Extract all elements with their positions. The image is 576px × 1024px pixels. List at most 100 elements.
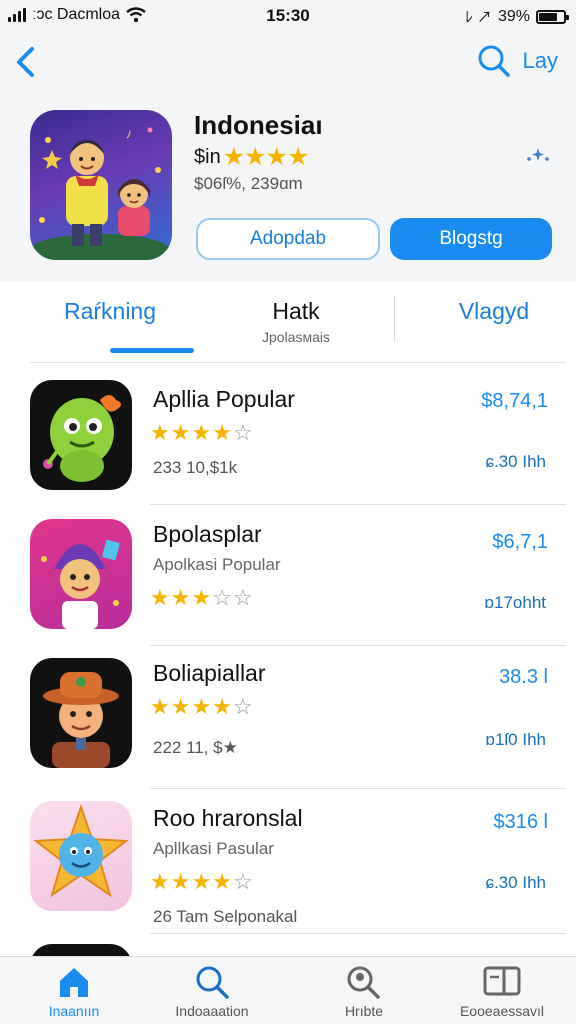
featured-primary-button[interactable]: Blogstg: [390, 218, 552, 260]
star-filled-icon: ★: [191, 420, 213, 445]
star-icon: ★: [265, 143, 288, 171]
star-filled-icon: ★: [150, 420, 171, 445]
featured-star-rating: ★★★★: [222, 142, 310, 172]
tab-label: Hatk: [272, 298, 320, 324]
location-icon: ﾚ ↗: [465, 9, 492, 26]
star-empty-icon: ☆: [232, 420, 254, 445]
tab-label: Vlagyd: [458, 298, 530, 324]
battery-icon: [536, 9, 569, 24]
app-size: ɒ17ohht: [484, 593, 546, 612]
star-filled-icon: ★: [150, 869, 171, 894]
app-price: 38.3 l: [499, 666, 548, 688]
sparkle-icon[interactable]: [526, 146, 550, 170]
app-subtitle: Apllkasi Pasular: [153, 839, 274, 858]
nav-search-button[interactable]: Lay: [477, 44, 558, 78]
star-filled-icon: ★: [170, 420, 192, 445]
app-title: Bpolasplar: [153, 521, 262, 547]
search-icon: [196, 966, 229, 999]
tabbar-item-updates[interactable]: Eooeaessavıl: [432, 963, 572, 1019]
row-divider: [150, 933, 566, 934]
app-rating: ★★★★☆: [150, 869, 254, 895]
featured-price-prefix: $in: [194, 145, 221, 168]
star-empty-icon: ☆: [232, 869, 254, 894]
home-icon: [60, 968, 88, 997]
star-filled-icon: ★: [170, 869, 192, 894]
star-empty-icon: ☆: [232, 694, 254, 719]
app-size: ɒ1ſ0 Ihh: [485, 730, 547, 749]
tab-label: Raŕkning: [63, 298, 157, 324]
app-price: $8,74,1: [481, 390, 548, 412]
list-item[interactable]: [0, 936, 576, 956]
star-empty-icon: ☆: [212, 585, 233, 610]
star-empty-icon: ☆: [232, 585, 254, 610]
app-icon[interactable]: [30, 519, 132, 629]
featured-secondary-button[interactable]: Adopdab: [196, 218, 380, 260]
featured-app-title: Indonesiaı: [194, 110, 323, 140]
app-icon[interactable]: [30, 658, 132, 768]
tabbar-label: Inaanıın: [48, 1003, 100, 1019]
tabbar-label: Hrıbte: [344, 1003, 384, 1019]
app-rating: ★★★★☆: [150, 694, 254, 720]
list-item[interactable]: Boliapiallar ★★★★☆ 222 11, $★ 38.3 l ɒ1ſ…: [0, 646, 576, 789]
status-right: ﾚ ↗ 39%: [465, 6, 569, 27]
tab-sublabel: Jpolasмais: [262, 329, 330, 345]
cowboy-illustration: [43, 672, 119, 768]
tab-ranking[interactable]: Raŕkning: [50, 298, 170, 325]
star-icon: ★: [244, 143, 266, 171]
star-filled-icon: ★: [212, 869, 233, 894]
back-button[interactable]: [12, 44, 42, 80]
star-filled-icon: ★: [191, 869, 213, 894]
svg-text:ﾉ: ﾉ: [126, 128, 132, 141]
app-stat: 222 11, $★: [153, 738, 238, 757]
tabbar-label: Indoaaation: [175, 1003, 249, 1019]
app-list: Apllia Popular ★★★★☆ 233 10,$1k $8,74,1 …: [0, 364, 576, 956]
star-character-illustration: [33, 803, 129, 898]
star-icon: ★: [286, 143, 309, 171]
app-rating: ★★★★☆: [150, 420, 254, 446]
green-monster-illustration: [43, 395, 121, 482]
nav-search-label: Lay: [522, 48, 558, 73]
cartoon-kids-illustration: ﾉ: [30, 127, 170, 260]
app-icon[interactable]: [30, 944, 132, 956]
tab-divider: [394, 296, 395, 342]
app-size: ɕ.30 Ihh: [485, 452, 547, 471]
battery-fill: [539, 12, 557, 21]
star-filled-icon: ★: [212, 694, 233, 719]
app-price: $6,7,1: [492, 531, 548, 553]
app-stat: 233 10,$1k: [153, 458, 238, 477]
tab-middle[interactable]: Hatk Jpolasмais: [226, 298, 366, 345]
star-icon: ★: [222, 143, 245, 171]
updates-icon: [483, 966, 521, 996]
chevron-left-icon: [17, 47, 34, 77]
wizard-kid-illustration: [41, 539, 120, 629]
featured-app-icon[interactable]: ﾉ: [30, 110, 172, 260]
nav-bar: Lay: [0, 32, 576, 92]
tabbar-label: Eooeaessavıl: [459, 1003, 545, 1019]
battery-percent: 39%: [497, 7, 530, 25]
featured-price-rating: $in ★★★★: [194, 142, 310, 172]
app-size: ɕ.30 Ihh: [485, 873, 547, 892]
star-filled-icon: ★: [212, 420, 233, 445]
star-filled-icon: ★: [170, 694, 192, 719]
app-icon[interactable]: [30, 380, 132, 490]
star-filled-icon: ★: [191, 694, 213, 719]
tabbar-item-search[interactable]: Indoaaation: [142, 963, 282, 1019]
tabbar-item-people-search[interactable]: Hrıbte: [294, 963, 434, 1019]
app-subtitle: Apolkasi Popular: [153, 555, 281, 574]
star-filled-icon: ★: [150, 585, 171, 610]
app-icon[interactable]: [30, 801, 132, 911]
search-people-icon: [347, 966, 380, 999]
segment-tabs: Raŕkning Hatk Jpolasмais Vlagyd: [0, 282, 576, 364]
tab-right[interactable]: Vlagyd: [434, 298, 554, 325]
app-stat: 26 Tam Selponakal: [153, 907, 298, 926]
search-icon: [478, 45, 510, 77]
tabbar-item-home[interactable]: Inaanıın: [4, 963, 144, 1019]
featured-app-meta: $06ſ%, 239ɑm: [194, 174, 303, 193]
star-filled-icon: ★: [150, 694, 171, 719]
app-price: $316 l: [493, 811, 549, 833]
list-item[interactable]: Bpolasplar Apolkasi Popular ★★★☆☆ $6,7,1…: [0, 505, 576, 646]
app-title: Boliapiallar: [153, 660, 266, 686]
list-item[interactable]: Apllia Popular ★★★★☆ 233 10,$1k $8,74,1 …: [0, 364, 576, 505]
list-item[interactable]: Roo hraronslal Apllkasi Pasular ★★★★☆ 26…: [0, 789, 576, 934]
status-bar: ːɔc Dacmloa 15:30 ﾚ ↗ 39%: [0, 0, 576, 32]
